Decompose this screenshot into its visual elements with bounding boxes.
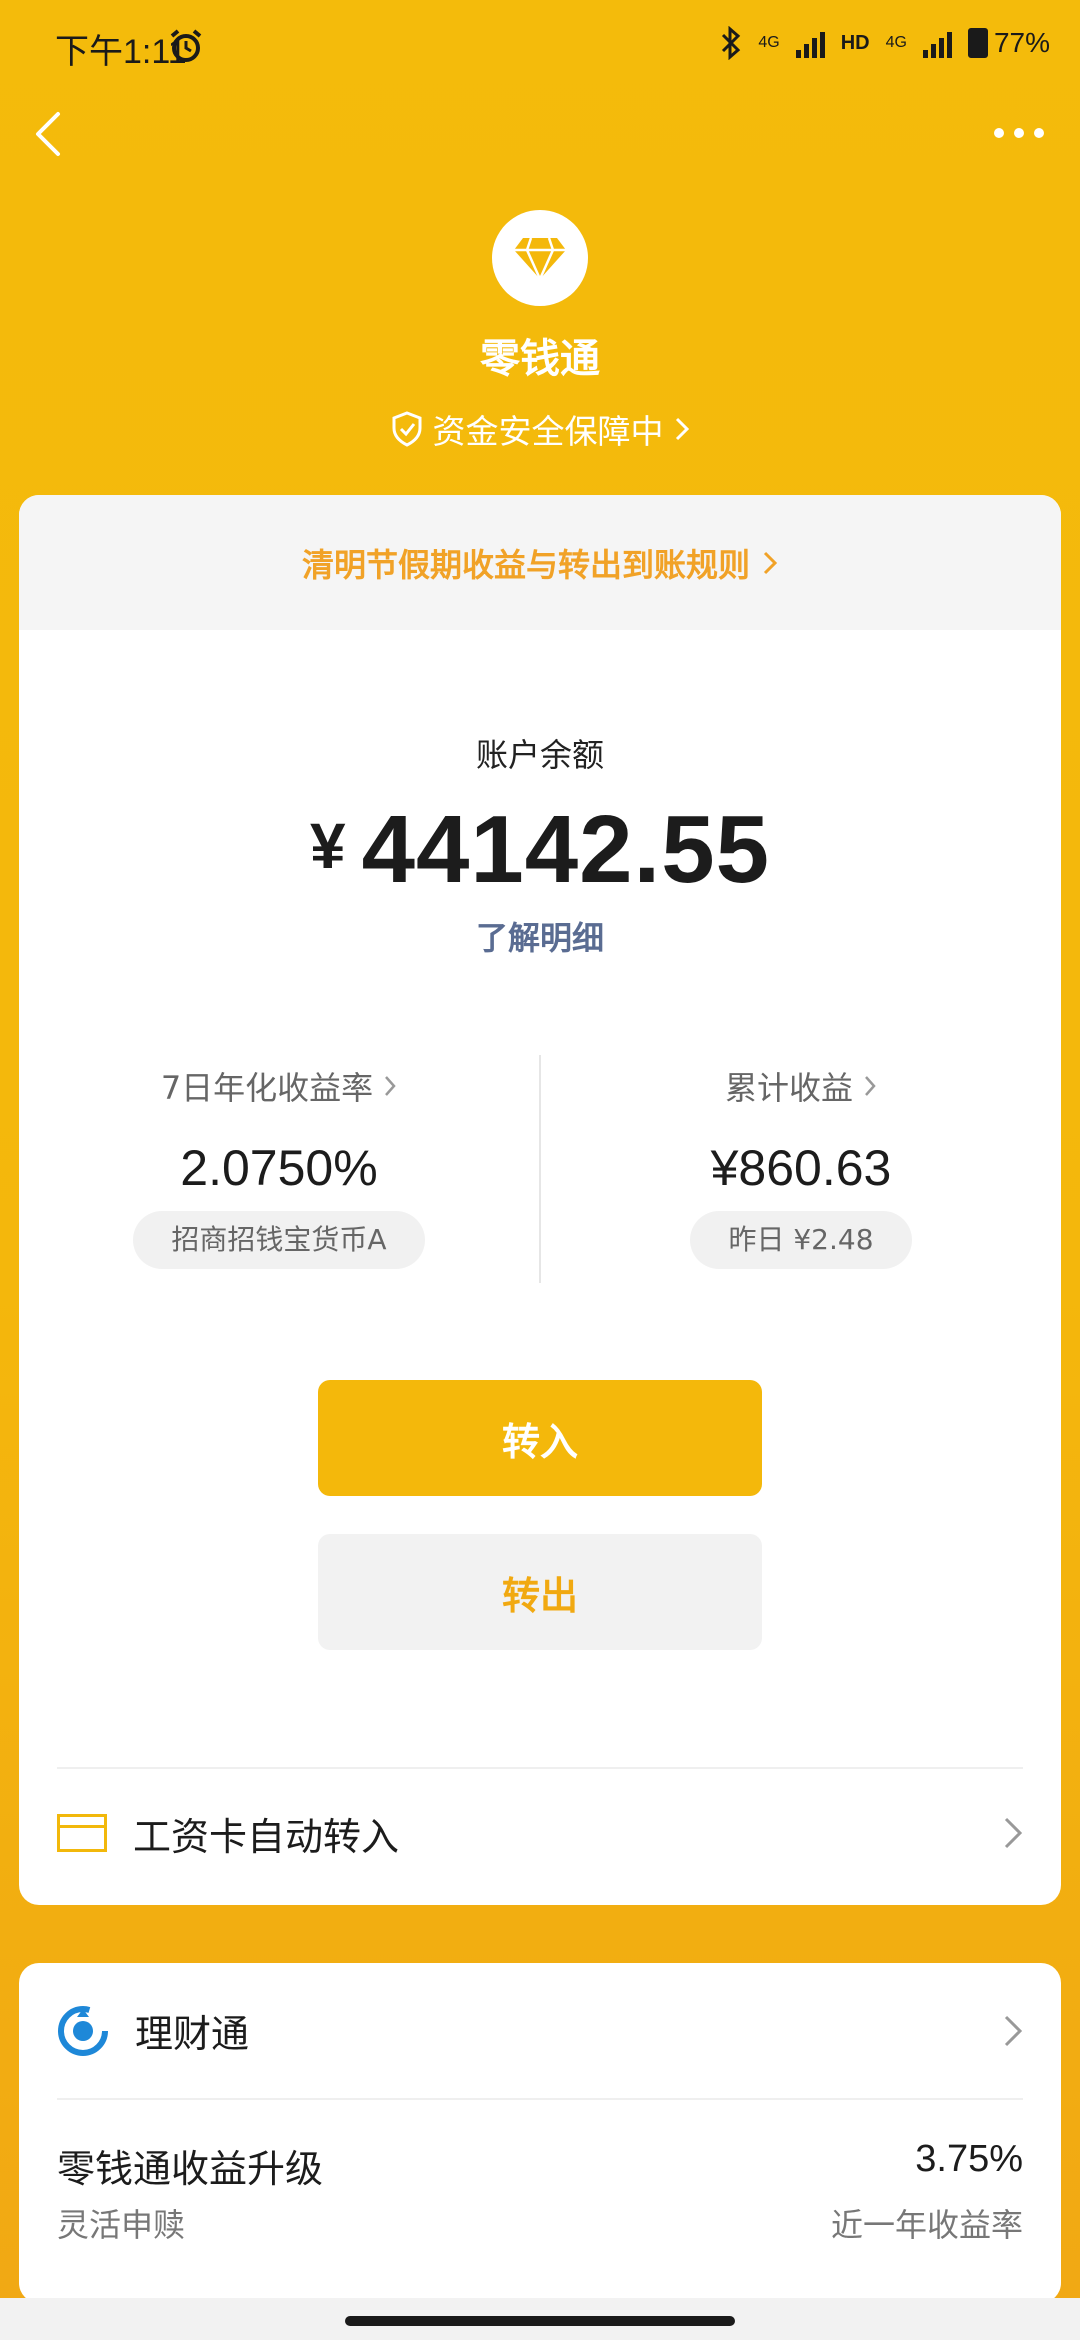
yield-stat[interactable]: 7日年化收益率 2.0750% 招商招钱宝货币A [19,1055,539,1269]
chevron-right-icon [1004,2015,1023,2046]
balance-card: 清明节假期收益与转出到账规则 账户余额 ¥44142.55 了解明细 7日年化收… [19,495,1061,1905]
chevron-right-icon [763,551,778,574]
income-label: 累计收益 [724,1069,853,1107]
page-title: 零钱通 [480,336,600,382]
balance-amount: ¥44142.55 [19,795,1061,905]
yield-value: 2.0750% [180,1140,378,1196]
signal-icon [795,28,825,58]
stats-divider [539,1055,541,1283]
salary-auto-transfer-row[interactable]: 工资卡自动转入 [57,1768,1023,1898]
balance-value: 44142.55 [361,796,770,903]
view-details-link[interactable]: 了解明细 [19,913,1061,959]
salary-auto-transfer-label: 工资卡自动转入 [133,1814,400,1859]
transfer-in-button[interactable]: 转入 [318,1380,762,1496]
income-value: ¥860.63 [710,1140,892,1196]
upgrade-title: 零钱通收益升级 [57,2147,324,2191]
upgrade-subtitle: 灵活申赎 [57,2206,186,2244]
alarm-clock-icon [170,29,202,62]
shield-check-icon [392,411,421,447]
bluetooth-icon [722,26,741,60]
diamond-icon [514,237,566,280]
licaitong-logo-icon [58,2005,108,2056]
upgrade-rate-label: 近一年收益率 [830,2206,1023,2244]
yield-label: 7日年化收益率 [160,1069,374,1107]
home-indicator[interactable] [345,2316,735,2326]
hd-badge: HD [840,31,870,54]
chevron-right-icon [675,417,689,441]
battery-level: 77% [993,27,1050,58]
divider [57,2098,1023,2100]
signal-icon-2 [922,28,952,58]
diamond-logo [492,210,588,306]
chevron-right-icon [1004,1817,1023,1849]
battery-icon [967,28,988,58]
yesterday-income-badge: 昨日 ¥2.48 [690,1211,912,1269]
transfer-out-button[interactable]: 转出 [318,1534,762,1650]
fund-name-badge[interactable]: 招商招钱宝货币A [133,1211,425,1269]
status-time: 下午1:11 [55,33,187,71]
back-arrow-icon[interactable] [28,106,68,162]
network-type-1: 4G [758,34,780,51]
income-stat[interactable]: 累计收益 ¥860.63 昨日 ¥2.48 [541,1055,1061,1269]
safety-text: 资金安全保障中 [432,412,664,451]
notice-text: 清明节假期收益与转出到账规则 [301,545,750,584]
upgrade-rate: 3.75% [915,2138,1023,2180]
bank-card-icon [57,1814,107,1852]
chevron-right-icon [385,1076,396,1096]
currency-symbol: ¥ [310,810,346,882]
battery-indicator: 77% [967,27,1050,59]
chevron-right-icon [865,1076,876,1096]
licaitong-label: 理财通 [135,2012,250,2056]
holiday-notice-banner[interactable]: 清明节假期收益与转出到账规则 [19,495,1061,630]
safety-guarantee-link[interactable]: 资金安全保障中 [0,405,1080,453]
licaitong-row[interactable]: 理财通 [57,1963,1023,2098]
balance-label: 账户余额 [475,736,604,774]
status-icons: 4G HD 4G 77% [720,26,1050,60]
licaitong-card: 理财通 零钱通收益升级 灵活申赎 3.75% 近一年收益率 [19,1963,1061,2303]
network-type-2: 4G [885,34,907,51]
more-options-icon[interactable] [994,120,1050,146]
status-bar: 下午1:11 4G HD 4G 77% [0,0,1080,95]
